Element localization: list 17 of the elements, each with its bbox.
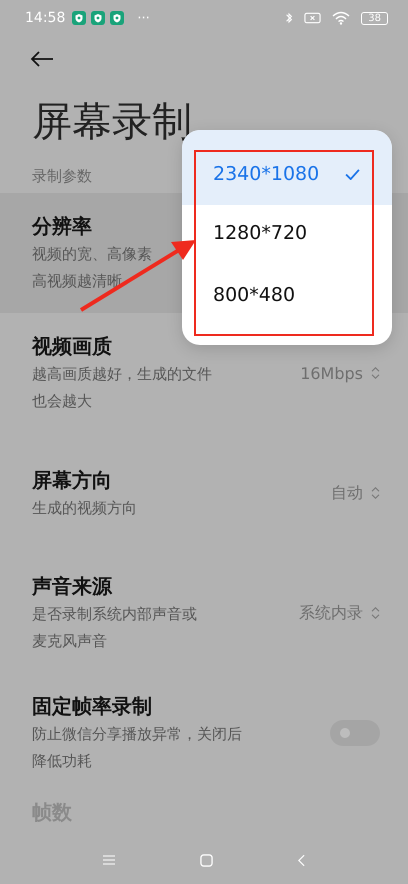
setting-description: 麦克风声音 [32, 631, 107, 652]
status-time: 14:58 [25, 10, 66, 26]
setting-title: 视频画质 [32, 333, 112, 360]
setting-description: 也会越大 [32, 391, 92, 412]
setting-title: 屏幕方向 [32, 466, 112, 494]
setting-description: 生成的视频方向 [32, 498, 137, 518]
setting-title: 固定帧率录制 [32, 693, 152, 720]
setting-title: 分辨率 [32, 213, 92, 240]
battery-level: 38 [361, 12, 388, 24]
setting-description: 防止微信分享播放异常，关闭后 [32, 724, 242, 745]
setting-title: 声音来源 [32, 573, 112, 600]
setting-description: 是否录制系统内部声音或 [32, 604, 197, 625]
setting-description: 越高画质越好，生成的文件 [32, 364, 212, 385]
more-notifications: ··· [137, 10, 150, 26]
section-label: 录制参数 [32, 166, 92, 187]
setting-description: 降低功耗 [32, 751, 92, 772]
setting-description: 视频的宽、高像素 [32, 244, 152, 265]
